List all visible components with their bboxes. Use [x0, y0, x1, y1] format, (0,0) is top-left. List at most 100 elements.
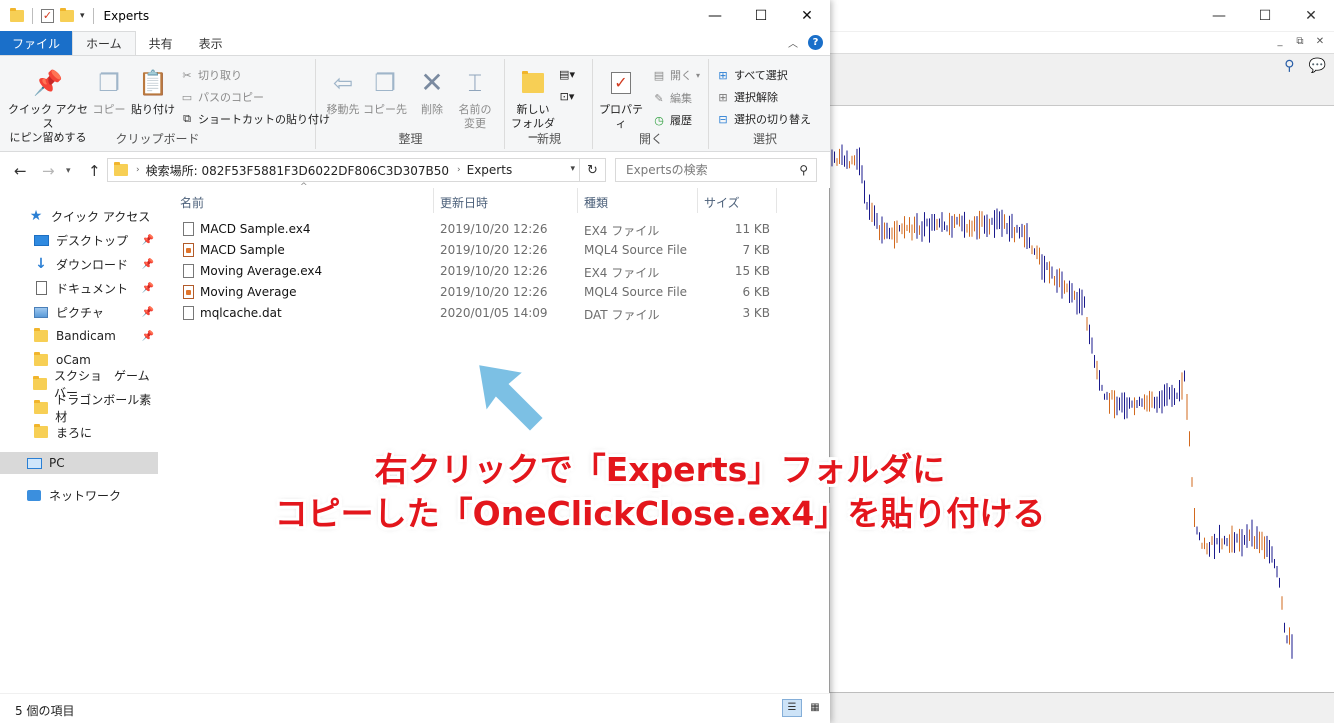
nav-label: デスクトップ — [56, 233, 129, 248]
customize-dropdown-icon[interactable]: ▾ — [80, 11, 85, 21]
column-header-name[interactable]: 名前 — [180, 194, 204, 211]
column-header-size[interactable]: サイズ — [704, 194, 740, 211]
rename-button[interactable]: ⌶ 名前の 変更 — [453, 67, 497, 131]
mdi-close-button[interactable]: ✕ — [1312, 35, 1328, 49]
details-view-icon[interactable]: ☰ — [782, 699, 802, 717]
collapse-ribbon-icon[interactable]: ︿ — [788, 35, 798, 50]
file-row[interactable]: MACD Sample 2019/10/20 12:26 MQL4 Source… — [180, 240, 780, 261]
column-divider[interactable] — [697, 188, 698, 213]
chat-icon[interactable]: 💬 — [1309, 58, 1326, 74]
bg-maximize-button[interactable]: ☐ — [1242, 0, 1288, 32]
mdi-minimize-button[interactable]: _ — [1272, 35, 1288, 49]
item-count: 5 個の項目 — [15, 704, 75, 718]
file-row[interactable]: MACD Sample.ex4 2019/10/20 12:26 EX4 ファイ… — [180, 219, 780, 240]
open-button[interactable]: ▤ 開く ▾ — [652, 67, 700, 83]
paste-button[interactable]: 📋 貼り付け — [130, 67, 176, 117]
help-icon[interactable]: ? — [808, 35, 823, 50]
up-arrow-icon[interactable]: ↑ — [88, 162, 101, 180]
delete-button[interactable]: ✕ 削除 — [415, 67, 449, 117]
properties-quick-icon[interactable]: ✓ — [41, 8, 54, 23]
cut-label: 切り取り — [198, 69, 242, 82]
column-header-date[interactable]: 更新日時 — [440, 194, 488, 211]
paste-shortcut-button[interactable]: ⧉ ショートカットの貼り付け — [180, 111, 330, 127]
nav-quick-access[interactable]: ★ クイック アクセス — [0, 205, 158, 227]
tab-share[interactable]: 共有 — [136, 31, 186, 55]
refresh-button[interactable]: ↻ — [580, 158, 606, 182]
nav-maroni[interactable]: まろに — [0, 421, 158, 443]
back-arrow-icon[interactable]: ← — [14, 162, 27, 180]
nav-dragonball-assets[interactable]: ドラゴンボール素材 — [0, 393, 158, 424]
select-none-button[interactable]: ⊞ 選択解除 — [716, 89, 778, 105]
copy-to-button[interactable]: ❐ コピー先 — [363, 67, 407, 117]
nav-downloads[interactable]: ↓ ダウンロード 📌 — [0, 253, 158, 275]
maximize-button[interactable]: ☐ — [738, 0, 784, 31]
nav-bandicam[interactable]: Bandicam 📌 — [0, 325, 158, 347]
new-folder-quick-icon[interactable] — [60, 7, 74, 22]
file-row[interactable]: Moving Average.ex4 2019/10/20 12:26 EX4 … — [180, 261, 780, 282]
edit-button[interactable]: ✎ 編集 — [652, 90, 692, 106]
close-button[interactable]: ✕ — [784, 0, 830, 31]
pin-icon[interactable]: 📌 — [142, 235, 154, 246]
forward-arrow-icon[interactable]: → — [42, 162, 55, 180]
open-dropdown-icon: ▾ — [696, 70, 701, 80]
column-divider[interactable] — [433, 188, 434, 213]
bg-close-button[interactable]: ✕ — [1288, 0, 1334, 32]
folder-icon — [34, 328, 48, 342]
minimize-button[interactable]: — — [692, 0, 738, 31]
nav-pc[interactable]: PC — [0, 452, 158, 474]
easy-access-button[interactable]: ⊡▾ — [560, 89, 575, 103]
search-box[interactable]: ⚲ — [615, 158, 817, 182]
status-bar: 5 個の項目 ☰ ▦ — [0, 693, 830, 723]
mdi-restore-button[interactable]: ⧉ — [1292, 35, 1308, 49]
select-none-icon: ⊞ — [718, 90, 728, 104]
nav-desktop[interactable]: デスクトップ 📌 — [0, 229, 158, 251]
pin-icon[interactable]: 📌 — [142, 259, 154, 270]
magnifier-icon[interactable]: ⚲ — [1284, 58, 1294, 74]
cut-button[interactable]: ✂ 切り取り — [180, 67, 242, 83]
file-row[interactable]: Moving Average 2019/10/20 12:26 MQL4 Sou… — [180, 282, 780, 303]
properties-button[interactable]: ✓ プロパティ — [596, 67, 646, 131]
column-divider[interactable] — [577, 188, 578, 213]
search-input[interactable] — [624, 162, 794, 178]
nav-pictures[interactable]: ピクチャ 📌 — [0, 301, 158, 323]
recent-locations-icon[interactable]: ▾ — [66, 166, 71, 176]
delete-label: 削除 — [421, 103, 443, 116]
column-header-type[interactable]: 種類 — [584, 194, 608, 211]
address-bar[interactable]: › 検索場所: 082F53F5881F3D6022DF806C3D307B50… — [107, 158, 580, 182]
nav-network[interactable]: ネットワーク — [0, 484, 158, 506]
large-icons-view-icon[interactable]: ▦ — [806, 699, 824, 717]
tab-home[interactable]: ホーム — [72, 31, 136, 55]
titlebar: ✓ ▾ Experts — ☐ ✕ — [0, 0, 830, 31]
new-item-button[interactable]: ▤▾ — [559, 67, 575, 81]
breadcrumb-search-location[interactable]: 検索場所: 082F53F5881F3D6022DF806C3D307B50 — [146, 162, 449, 179]
column-divider[interactable] — [776, 188, 777, 213]
history-button[interactable]: ◷ 履歴 — [652, 112, 692, 128]
move-to-button[interactable]: ⇦ 移動先 — [321, 67, 365, 117]
pin-icon[interactable]: 📌 — [142, 331, 154, 342]
nav-documents[interactable]: ドキュメント 📌 — [0, 277, 158, 299]
file-size: 7 KB — [742, 243, 770, 257]
bg-minimize-button[interactable]: — — [1196, 0, 1242, 32]
search-icon[interactable]: ⚲ — [799, 163, 808, 177]
select-all-button[interactable]: ⊞ すべて選択 — [716, 67, 787, 83]
chevron-right-icon[interactable]: › — [457, 165, 461, 175]
address-dropdown-icon[interactable]: ▾ — [570, 164, 575, 174]
clipboard-group-label: クリップボード — [115, 132, 200, 146]
file-row[interactable]: mqlcache.dat 2020/01/05 14:09 DAT ファイル 3… — [180, 303, 780, 324]
file-size: 3 KB — [742, 306, 770, 320]
annotation-arrow-icon — [476, 362, 546, 434]
pin-icon[interactable]: 📌 — [142, 283, 154, 294]
breadcrumb-experts[interactable]: Experts — [467, 163, 513, 177]
copy-button[interactable]: ❐ コピー — [92, 67, 126, 117]
folder-icon — [10, 7, 24, 22]
pin-icon[interactable]: 📌 — [142, 307, 154, 318]
tab-file[interactable]: ファイル — [0, 31, 73, 55]
tab-view[interactable]: 表示 — [186, 31, 236, 55]
nav-label: ネットワーク — [49, 488, 122, 503]
invert-selection-button[interactable]: ⊟ 選択の切り替え — [716, 111, 811, 127]
folder-icon — [34, 352, 48, 366]
copy-path-button[interactable]: ▭ パスのコピー — [180, 89, 264, 105]
chevron-right-icon[interactable]: › — [136, 165, 140, 175]
organize-group-label: 整理 — [398, 132, 423, 146]
annotation-line-1: 右クリックで「Experts」フォルダに — [374, 450, 946, 489]
